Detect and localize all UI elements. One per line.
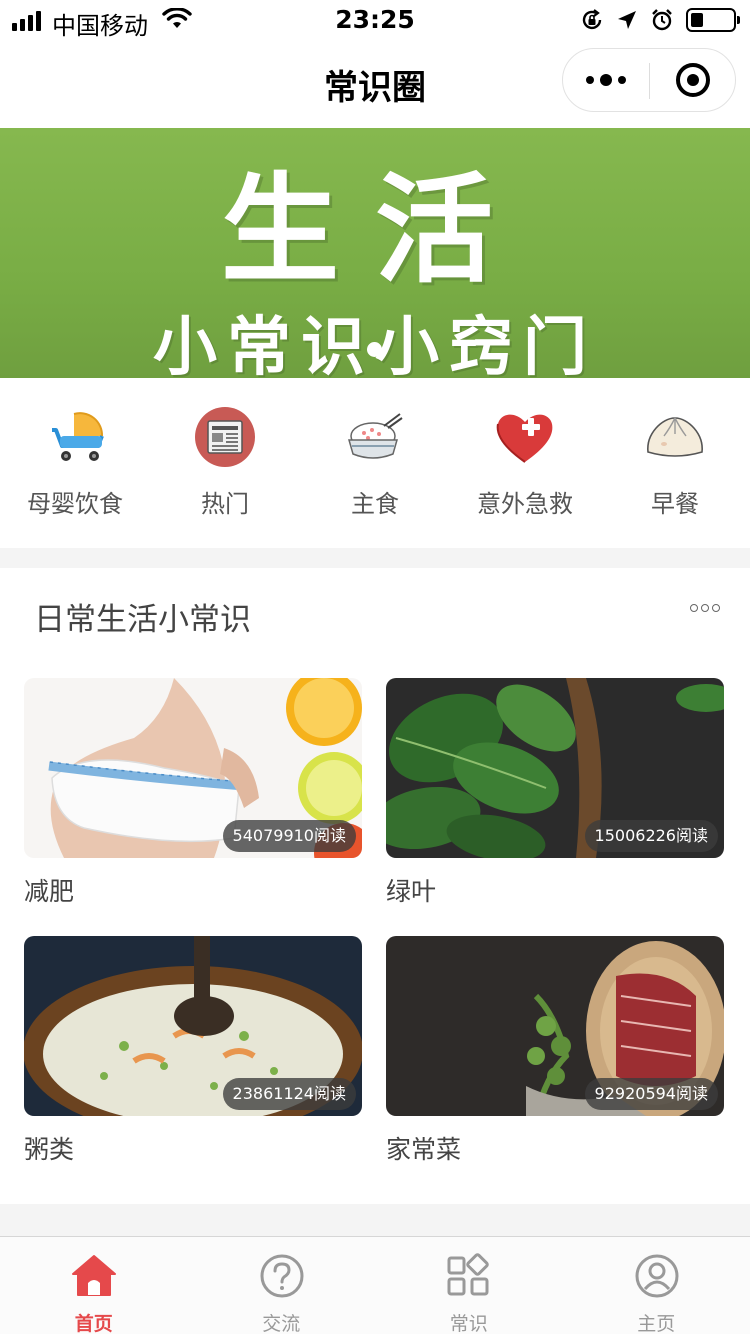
category-label: 意外急救: [477, 490, 573, 518]
category-item-first-aid[interactable]: 意外急救: [450, 378, 600, 548]
read-count-badge: 54079910阅读: [222, 820, 356, 852]
category-item-maternal-diet[interactable]: 母婴饮食: [0, 378, 150, 548]
category-grid: 母婴饮食 热门 主食 意外急救 早餐: [0, 378, 750, 548]
article-image: 15006226阅读: [386, 678, 724, 858]
banner-headline: 生活: [220, 161, 529, 299]
tab-label: 首页: [74, 1313, 113, 1334]
article-card-weight-loss[interactable]: 54079910阅读 减肥: [24, 678, 362, 908]
tab-label: 主页: [637, 1313, 676, 1334]
category-item-hot[interactable]: 热门: [150, 378, 300, 548]
article-card-porridge[interactable]: 23861124阅读 粥类: [24, 936, 362, 1166]
question-icon: [260, 1254, 303, 1298]
category-label: 热门: [201, 490, 249, 518]
carousel-indicator-dot[interactable]: [367, 342, 382, 357]
battery-icon: [686, 8, 740, 32]
home-icon: [72, 1255, 116, 1296]
tab-profile[interactable]: 主页: [563, 1237, 750, 1334]
read-count-badge: 23861124阅读: [222, 1078, 356, 1110]
stroller-icon: [52, 412, 104, 461]
article-title: 减肥: [24, 877, 75, 906]
tab-knowledge[interactable]: 常识: [375, 1237, 563, 1334]
grid-icon: [447, 1253, 489, 1296]
banner-subline: 小常识小窍门: [0, 296, 750, 378]
article-title: 家常菜: [386, 1135, 462, 1164]
article-title: 绿叶: [386, 877, 437, 906]
tab-bar: 首页 交流 常识 主页: [0, 1236, 750, 1334]
read-count-badge: 15006226阅读: [584, 820, 718, 852]
article-card-greens[interactable]: 15006226阅读 绿叶: [386, 678, 724, 908]
category-item-staple-food[interactable]: 主食: [300, 378, 450, 548]
profile-icon: [635, 1254, 678, 1298]
more-button[interactable]: [563, 49, 649, 111]
newspaper-icon: [195, 407, 255, 467]
section-title: 日常生活小常识: [34, 602, 251, 638]
category-label: 主食: [351, 490, 399, 518]
close-button[interactable]: [650, 49, 736, 111]
first-aid-heart-icon: [496, 414, 553, 463]
article-image: 54079910阅读: [24, 678, 362, 858]
article-image: 23861124阅读: [24, 936, 362, 1116]
tab-home[interactable]: 首页: [0, 1237, 188, 1334]
article-image: 92920594阅读: [386, 936, 724, 1116]
target-icon: [676, 63, 710, 97]
rotation-lock-icon: [582, 9, 602, 30]
location-arrow-icon: [618, 11, 636, 29]
more-options-icon[interactable]: [690, 604, 720, 612]
mini-program-capsule: [562, 48, 736, 112]
banner-carousel[interactable]: 生活 小常识小窍门: [0, 128, 750, 378]
tab-label: 常识: [449, 1313, 488, 1334]
category-item-breakfast[interactable]: 早餐: [600, 378, 750, 548]
status-bar: 中国移动 23:25: [0, 0, 750, 40]
article-card-home-cooking[interactable]: 92920594阅读 家常菜: [386, 936, 724, 1166]
category-label: 早餐: [651, 490, 699, 518]
read-count-badge: 92920594阅读: [584, 1078, 718, 1110]
tab-label: 交流: [262, 1313, 301, 1334]
rice-bowl-icon: [348, 413, 403, 459]
tab-community[interactable]: 交流: [188, 1237, 376, 1334]
category-label: 母婴饮食: [27, 490, 123, 518]
daily-tips-section: 日常生活小常识 54079910阅读 减肥 15006226阅读 绿叶 2386…: [0, 568, 750, 1204]
nav-bar: 常识圈: [0, 40, 750, 128]
alarm-icon: [652, 9, 672, 31]
steamed-bun-icon: [647, 417, 703, 457]
article-title: 粥类: [24, 1135, 75, 1164]
